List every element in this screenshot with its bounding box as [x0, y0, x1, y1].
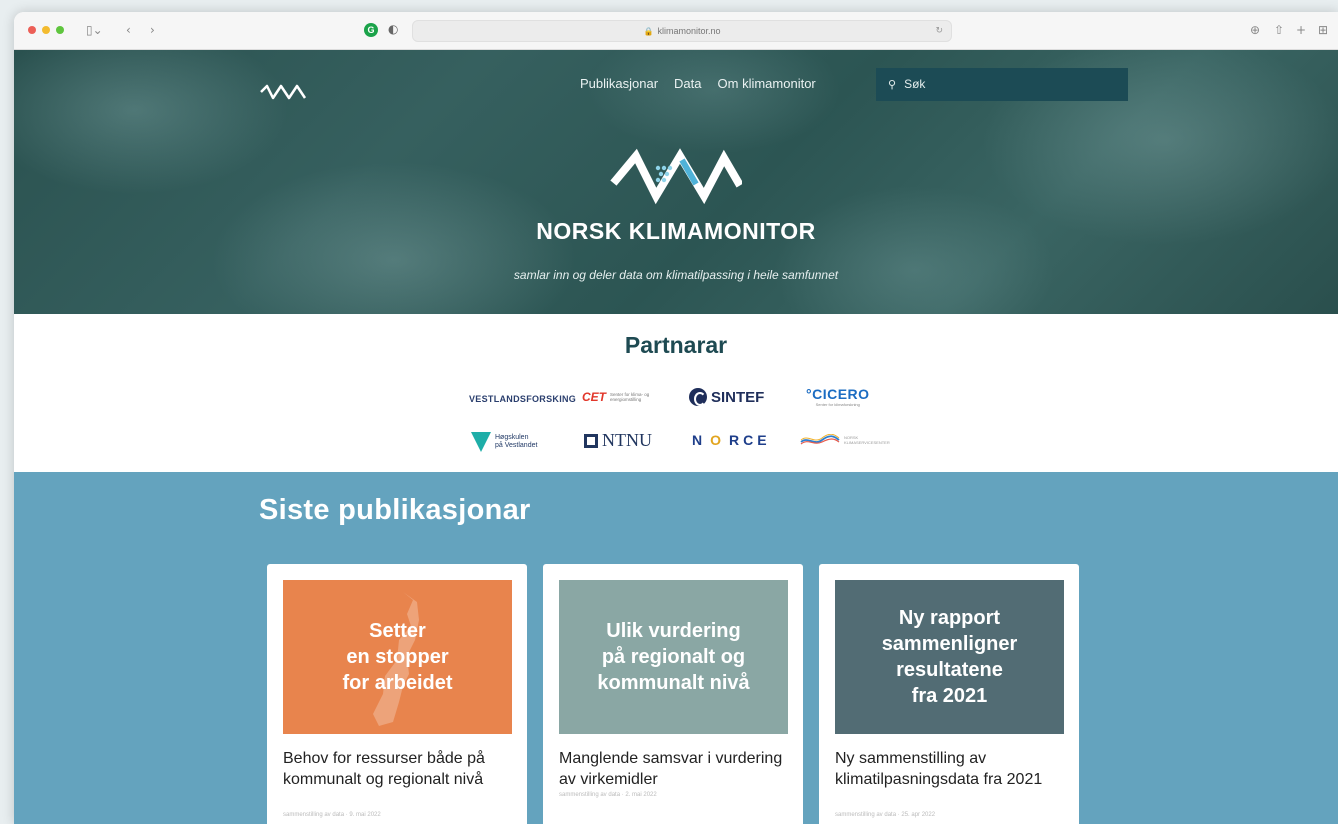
reload-icon[interactable]: ↻ [935, 21, 943, 41]
hvl-icon [471, 432, 491, 452]
nav-item-om-klimamonitor[interactable]: Om klimamonitor [718, 76, 816, 92]
partner-logo-cicero[interactable]: °CICERO Senter for klimaforskning [806, 386, 870, 407]
cicero-subtitle: Senter for klimaforskning [815, 402, 860, 407]
hero-section: Publikasjonar Data Om klimamonitor ⚲ Søk… [14, 50, 1338, 314]
tab-overview-icon[interactable]: ⊞ [1318, 22, 1328, 38]
publications-heading: Siste publikasjonar [259, 494, 531, 526]
hvl-line-1: Høgskulen [495, 434, 529, 441]
thumbnail-text: Ulik vurdering på regionalt og kommunalt… [597, 620, 750, 694]
nav-item-data[interactable]: Data [674, 76, 701, 92]
publication-thumbnail[interactable]: Ulik vurdering på regionalt og kommunalt… [559, 580, 788, 734]
cet-subtitle: Senter for klima- og energiomstilling [610, 392, 650, 402]
publication-meta: sammenstilling av data · 9. mai 2022 [283, 812, 381, 818]
forward-icon[interactable]: › [150, 22, 155, 38]
back-icon[interactable]: ‹ [126, 22, 131, 38]
thumbnail-text: Ny rapport sammenligner resultatene fra … [881, 607, 1018, 707]
grammarly-extension-icon[interactable]: G [364, 23, 378, 37]
partner-logo-hvl[interactable]: Høgskulen på Vestlandet [471, 432, 537, 452]
partner-name: SINTEF [711, 388, 765, 406]
partner-name: NORSK KLIMASERVICESENTER [844, 435, 890, 445]
search-icon: ⚲ [888, 78, 897, 91]
publication-thumbnail[interactable]: Ny rapport sammenligner resultatene fra … [835, 580, 1064, 734]
norce-rce: RCE [729, 432, 771, 448]
klimamonitor-logo-icon [610, 148, 742, 205]
search-placeholder: Søk [904, 77, 926, 91]
sidebar-toggle-icon[interactable]: ▯⌄ [86, 22, 103, 38]
url-text: klimamonitor.no [657, 26, 721, 36]
partner-logo-cet[interactable]: CET Senter for klima- og energiomstillin… [582, 390, 658, 404]
publication-meta: sammenstilling av data · 25. apr 2022 [835, 812, 936, 818]
norce-n: N [692, 432, 707, 448]
publication-card[interactable]: Ulik vurdering på regionalt og kommunalt… [543, 564, 803, 824]
downloads-icon[interactable]: ⊕ [1250, 22, 1260, 38]
partner-logo-norce[interactable]: N O RCE [692, 432, 771, 448]
nav-item-publikasjonar[interactable]: Publikasjonar [580, 76, 658, 92]
share-icon[interactable]: ⇧ [1274, 22, 1284, 38]
new-tab-icon[interactable]: + [1296, 22, 1306, 38]
publication-title[interactable]: Manglende samsvar i vurdering av virkemi… [559, 748, 789, 790]
publication-meta: sammenstilling av data · 2. mai 2022 [559, 792, 657, 798]
close-window-button[interactable] [28, 26, 36, 34]
publication-thumbnail[interactable]: Setter en stopper for arbeidet [283, 580, 512, 734]
zoom-window-button[interactable] [56, 26, 64, 34]
browser-toolbar: ▯⌄ ‹ › G ◐ 🔒 klimamonitor.no ↻ ⊕ ⇧ + ⊞ [14, 12, 1338, 50]
publications-section: Siste publikasjonar Setter en stopper fo… [14, 472, 1338, 824]
window-controls [28, 26, 64, 34]
site-logo-icon[interactable] [259, 82, 307, 102]
partner-name: °CICERO [806, 386, 870, 402]
search-input[interactable]: ⚲ Søk [876, 68, 1128, 101]
sintef-icon [689, 388, 707, 406]
browser-window: ▯⌄ ‹ › G ◐ 🔒 klimamonitor.no ↻ ⊕ ⇧ + ⊞ Pu… [14, 12, 1338, 824]
minimize-window-button[interactable] [42, 26, 50, 34]
partner-name: NTNU [602, 430, 652, 450]
wave-icon [800, 434, 840, 445]
cet-mark: CET [582, 390, 606, 404]
partner-logo-ntnu[interactable]: NTNU [584, 430, 652, 451]
hvl-text: Høgskulen på Vestlandet [495, 434, 537, 450]
norce-sun-icon: O [710, 432, 726, 448]
partner-logo-klimaservicesenter[interactable]: NORSK KLIMASERVICESENTER [800, 434, 890, 446]
partners-heading: Partnarar [624, 332, 728, 358]
main-nav: Publikasjonar Data Om klimamonitor [580, 76, 816, 92]
hero-subtitle: samlar inn og deler data om klimatilpass… [513, 268, 839, 282]
partner-logo-sintef[interactable]: SINTEF [689, 388, 764, 406]
publication-title[interactable]: Ny sammenstilling av klimatilpasningsdat… [835, 748, 1065, 790]
partners-section: Partnarar VESTLANDSFORSKING CET Senter f… [14, 314, 1338, 472]
lock-icon: 🔒 [643, 27, 654, 36]
publication-card[interactable]: Ny rapport sammenligner resultatene fra … [819, 564, 1079, 824]
publication-card[interactable]: Setter en stopper for arbeidet Behov for… [267, 564, 527, 824]
ntnu-icon [584, 433, 598, 448]
hvl-line-2: på Vestlandet [495, 442, 538, 449]
address-bar[interactable]: 🔒 klimamonitor.no ↻ [412, 20, 952, 42]
privacy-shield-icon[interactable]: ◐ [388, 22, 398, 36]
thumbnail-text: Setter en stopper for arbeidet [342, 620, 453, 694]
partner-name: VESTLANDSFORSKING [469, 394, 577, 404]
hero-title: NORSK KLIMAMONITOR [536, 218, 816, 244]
publication-title[interactable]: Behov for ressurser både på kommunalt og… [283, 748, 513, 790]
partner-logo-vestlandsforsking[interactable]: VESTLANDSFORSKING [469, 394, 576, 404]
